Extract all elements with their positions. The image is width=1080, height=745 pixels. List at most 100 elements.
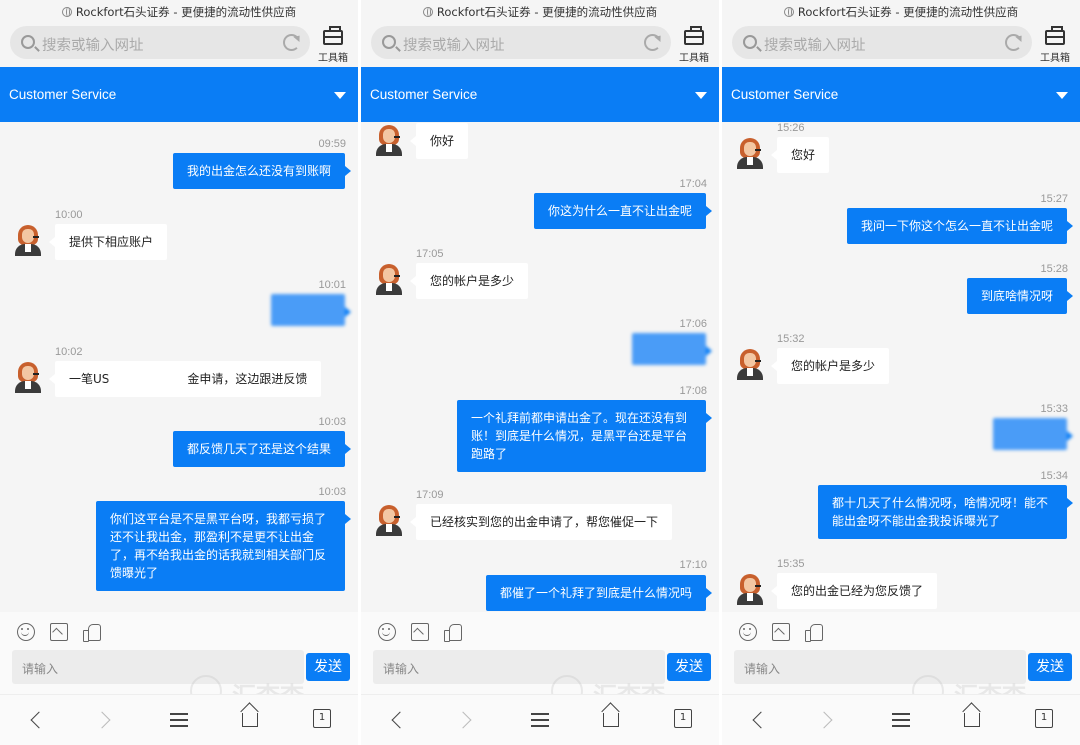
message-bubble-incoming: 您的出金已经为您反馈了 [770, 573, 938, 609]
redaction-mask [109, 372, 188, 384]
message-bubble-outgoing: 你这为什么一直不让出金呢 [533, 193, 713, 229]
message-time: 15:28 [1040, 263, 1068, 275]
chat-composer: 请输入 发送 汇查查 1 [361, 612, 719, 745]
agent-avatar [374, 124, 404, 156]
address-bar[interactable]: 搜索或输入网址 [371, 26, 671, 59]
agent-avatar [13, 224, 43, 256]
tabs-icon[interactable]: 1 [313, 709, 331, 728]
forward-icon[interactable] [459, 711, 477, 729]
emoji-icon[interactable] [378, 623, 396, 641]
phone-screen-2: Rockfort石头证券 - 更便捷的流动性供应商 搜索或输入网址 工具箱 Cu… [361, 0, 719, 745]
back-icon[interactable] [28, 711, 46, 729]
message-time: 10:03 [318, 486, 346, 498]
chat-composer: 请输入 发送 汇查查 1 [722, 612, 1080, 745]
redacted-account-bubble [632, 333, 712, 365]
emoji-icon[interactable] [17, 623, 35, 641]
message-time: 17:10 [679, 559, 707, 571]
message-bubble-outgoing: 一个礼拜前都申请出金了。现在还没有到 账！到底是什么情况，是黑平台还是平台 跑路… [457, 400, 712, 472]
agent-avatar [374, 263, 404, 295]
site-title: Rockfort石头证券 - 更便捷的流动性供应商 [722, 4, 1080, 20]
header-title: Customer Service [370, 87, 478, 102]
home-icon[interactable] [242, 713, 258, 727]
emoji-icon[interactable] [739, 623, 757, 641]
message-bubble-outgoing: 都催了一个礼拜了到底是什么情况吗 [485, 575, 713, 611]
chat-header: Customer Service [361, 67, 719, 122]
back-icon[interactable] [750, 711, 768, 729]
globe-icon [422, 7, 433, 17]
globe-icon [783, 7, 794, 17]
refresh-icon[interactable] [644, 34, 661, 51]
message-time: 15:35 [777, 558, 805, 570]
message-list[interactable]: 15:26 您好 15:27 我问一下你这个怎么一直不让出金呢 15:28 到底… [722, 122, 1080, 612]
address-bar-placeholder: 搜索或输入网址 [764, 38, 866, 54]
search-icon [743, 35, 757, 49]
toolbox-icon [323, 26, 343, 45]
message-time: 09:59 [318, 138, 346, 150]
thumbs-up-icon[interactable] [83, 623, 101, 642]
message-list[interactable]: 你好 17:04 你这为什么一直不让出金呢 17:05 您的帐户是多少 17:0… [361, 122, 719, 612]
browser-nav-bar: 1 [361, 694, 719, 745]
message-bubble-outgoing: 你们这平台是不是黑平台呀，我都亏损了 还不让我出金，那盈利不是更不让出金 了，再… [96, 501, 351, 591]
browser-top-bar: Rockfort石头证券 - 更便捷的流动性供应商 搜索或输入网址 工具箱 [361, 0, 719, 67]
refresh-icon[interactable] [283, 34, 300, 51]
image-icon[interactable] [772, 623, 790, 641]
address-bar-placeholder: 搜索或输入网址 [42, 38, 144, 54]
message-bubble-outgoing: 我问一下你这个怎么一直不让出金呢 [846, 208, 1074, 244]
caret-down-icon[interactable] [334, 92, 346, 99]
message-time: 17:06 [679, 318, 707, 330]
address-bar[interactable]: 搜索或输入网址 [10, 26, 310, 59]
thumbs-up-icon[interactable] [805, 623, 823, 642]
tabs-icon[interactable]: 1 [674, 709, 692, 728]
message-time: 17:05 [416, 248, 444, 260]
search-icon [382, 35, 396, 49]
search-icon [21, 35, 35, 49]
message-bubble-incoming: 您的帐户是多少 [770, 348, 890, 384]
message-bubble-incoming: 一笔US 金申请，这边跟进反馈 [48, 361, 322, 397]
message-bubble-incoming: 提供下相应账户 [48, 224, 168, 260]
menu-icon[interactable] [170, 711, 188, 729]
back-icon[interactable] [389, 711, 407, 729]
menu-icon[interactable] [531, 711, 549, 729]
browser-top-bar: Rockfort石头证券 - 更便捷的流动性供应商 搜索或输入网址 工具箱 [722, 0, 1080, 67]
phone-screen-1: Rockfort石头证券 - 更便捷的流动性供应商 搜索或输入网址 工具箱 Cu… [0, 0, 358, 745]
browser-nav-bar: 1 [0, 694, 358, 745]
message-bubble-incoming: 你好 [409, 123, 469, 159]
site-title: Rockfort石头证券 - 更便捷的流动性供应商 [361, 4, 719, 20]
message-time: 10:03 [318, 416, 346, 428]
message-bubble-outgoing: 到底啥情况呀 [966, 278, 1074, 314]
message-bubble-outgoing: 我的出金怎么还没有到账啊 [172, 153, 352, 189]
agent-avatar [735, 137, 765, 169]
globe-icon [61, 7, 72, 17]
header-title: Customer Service [731, 87, 839, 102]
forward-icon[interactable] [98, 711, 116, 729]
refresh-icon[interactable] [1005, 34, 1022, 51]
message-bubble-incoming: 您的帐户是多少 [409, 263, 529, 299]
thumbs-up-icon[interactable] [444, 623, 462, 642]
image-icon[interactable] [50, 623, 68, 641]
image-icon[interactable] [411, 623, 429, 641]
header-title: Customer Service [9, 87, 117, 102]
agent-avatar [735, 573, 765, 605]
message-bubble-incoming: 您好 [770, 137, 830, 173]
address-bar[interactable]: 搜索或输入网址 [732, 26, 1032, 59]
toolbox-button[interactable]: 工具箱 [676, 24, 712, 64]
message-time: 10:00 [55, 209, 83, 221]
forward-icon[interactable] [820, 711, 838, 729]
agent-avatar [13, 361, 43, 393]
home-icon[interactable] [603, 713, 619, 727]
message-time: 15:32 [777, 333, 805, 345]
tabs-icon[interactable]: 1 [1035, 709, 1053, 728]
home-icon[interactable] [964, 713, 980, 727]
message-list[interactable]: 09:59 我的出金怎么还没有到账啊 10:00 提供下相应账户 10:01 1… [0, 122, 358, 612]
message-time: 10:02 [55, 346, 83, 358]
menu-icon[interactable] [892, 711, 910, 729]
toolbox-button[interactable]: 工具箱 [315, 24, 351, 64]
message-time: 15:27 [1040, 193, 1068, 205]
chat-composer: 请输入 发送 汇查查 1 [0, 612, 358, 745]
toolbox-label: 工具箱 [679, 53, 709, 64]
browser-nav-bar: 1 [722, 694, 1080, 745]
caret-down-icon[interactable] [695, 92, 707, 99]
caret-down-icon[interactable] [1056, 92, 1068, 99]
chat-header: Customer Service [0, 67, 358, 122]
toolbox-button[interactable]: 工具箱 [1037, 24, 1073, 64]
